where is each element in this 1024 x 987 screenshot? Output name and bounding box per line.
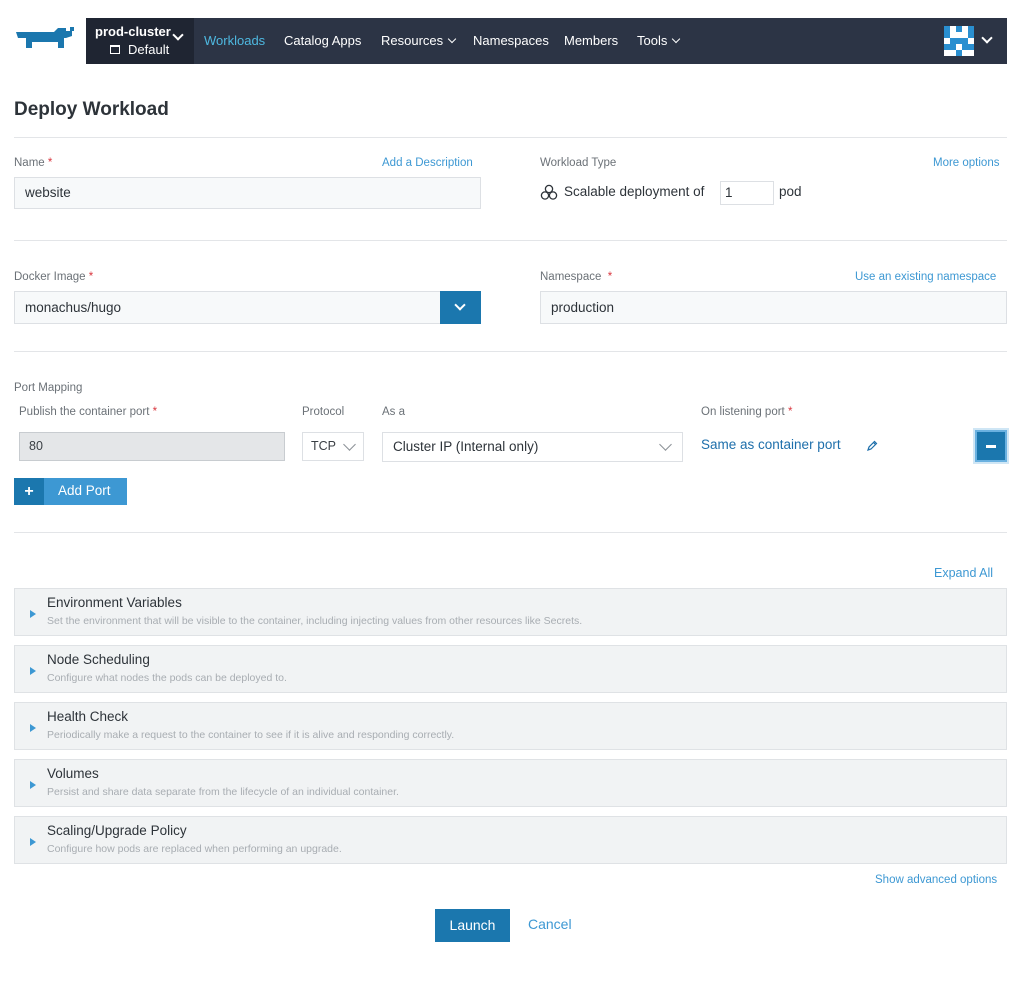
nav-resources[interactable]: Resources <box>381 33 457 48</box>
more-options-link[interactable]: More options <box>933 157 999 169</box>
publish-port-header-text: Publish the container port <box>19 406 150 418</box>
rancher-logo-icon[interactable] <box>14 26 76 56</box>
required-mark: * <box>787 406 793 418</box>
service-type-value: Cluster IP (Internal only) <box>393 439 539 454</box>
namespace-label: Namespace * <box>540 271 612 283</box>
required-mark: * <box>607 271 613 283</box>
docker-image-label-text: Docker Image <box>14 271 86 283</box>
expand-triangle-icon <box>30 838 36 846</box>
cluster-name: prod-cluster <box>95 24 171 39</box>
service-type-select[interactable]: Cluster IP (Internal only) <box>382 432 683 462</box>
namespace-input[interactable]: production <box>540 291 1007 324</box>
launch-button[interactable]: Launch <box>435 909 510 942</box>
project-folder-icon <box>110 45 120 54</box>
nav-tools-label: Tools <box>637 33 668 48</box>
add-port-button[interactable]: + Add Port <box>14 478 127 505</box>
user-avatar[interactable] <box>944 26 974 56</box>
name-label: Name * <box>14 157 52 169</box>
divider <box>14 137 1007 138</box>
required-mark: * <box>88 271 94 283</box>
chevron-down-icon <box>447 34 457 44</box>
nav-namespaces-label: Namespaces <box>473 33 549 48</box>
protocol-select[interactable]: TCP <box>302 432 364 461</box>
section-environment-variables[interactable]: Environment Variables Set the environmen… <box>14 588 1007 636</box>
section-title: Node Scheduling <box>47 652 150 667</box>
docker-image-dropdown-button[interactable] <box>440 291 481 324</box>
chevron-down-icon <box>454 299 466 311</box>
use-existing-namespace-link[interactable]: Use an existing namespace <box>855 271 996 283</box>
listening-port-link[interactable]: Same as container port <box>701 437 841 452</box>
listening-port-header-text: On listening port <box>701 406 785 418</box>
add-description-link[interactable]: Add a Description <box>382 157 473 169</box>
required-mark: * <box>152 406 158 418</box>
section-description: Configure what nodes the pods can be dep… <box>47 672 287 684</box>
nav-workloads[interactable]: Workloads <box>204 33 265 48</box>
section-description: Periodically make a request to the conta… <box>47 729 455 741</box>
show-advanced-options-link[interactable]: Show advanced options <box>875 874 997 886</box>
name-input[interactable]: website <box>14 177 481 209</box>
chevron-down-icon <box>672 34 681 44</box>
section-title: Environment Variables <box>47 595 182 610</box>
section-title: Health Check <box>47 709 129 724</box>
name-label-text: Name <box>14 157 45 169</box>
nav-tools[interactable]: Tools <box>637 33 681 48</box>
cancel-button[interactable]: Cancel <box>528 916 572 932</box>
nav-catalog-apps-label: Catalog Apps <box>284 33 362 48</box>
nav-catalog-apps[interactable]: Catalog Apps <box>284 33 361 48</box>
publish-port-header: Publish the container port * <box>19 406 157 418</box>
section-volumes[interactable]: Volumes Persist and share data separate … <box>14 759 1007 807</box>
top-bar: prod-cluster Default Workloads Catalog A… <box>0 0 1024 80</box>
section-description: Persist and share data separate from the… <box>47 786 399 798</box>
chevron-down-icon <box>343 438 356 451</box>
expand-triangle-icon <box>30 781 36 789</box>
section-title: Volumes <box>47 766 99 781</box>
expand-all-link[interactable]: Expand All <box>934 566 993 580</box>
required-mark: * <box>47 157 53 169</box>
expand-triangle-icon <box>30 724 36 732</box>
pod-count-input[interactable]: 1 <box>720 181 774 205</box>
plus-icon: + <box>14 478 44 505</box>
port-mapping-label: Port Mapping <box>14 382 83 394</box>
nav-workloads-label: Workloads <box>204 33 266 48</box>
docker-image-input[interactable]: monachus/hugo <box>14 291 441 324</box>
divider <box>14 532 1007 533</box>
section-scaling-upgrade-policy[interactable]: Scaling/Upgrade Policy Configure how pod… <box>14 816 1007 864</box>
container-port-input[interactable]: 80 <box>19 432 285 461</box>
scalable-deployment-text: Scalable deployment of <box>564 184 705 199</box>
listening-port-header: On listening port * <box>701 406 792 418</box>
nav-members-label: Members <box>564 33 619 48</box>
namespace-label-text: Namespace <box>540 271 602 283</box>
remove-port-button[interactable] <box>975 430 1007 462</box>
section-description: Configure how pods are replaced when per… <box>47 843 342 855</box>
chevron-down-icon[interactable] <box>981 32 993 44</box>
chevron-down-icon <box>659 438 672 451</box>
docker-image-label: Docker Image * <box>14 271 93 283</box>
workload-type-label: Workload Type <box>540 157 617 169</box>
divider <box>14 351 1007 352</box>
expand-triangle-icon <box>30 667 36 675</box>
minus-icon <box>986 445 996 448</box>
as-a-header: As a <box>382 406 406 418</box>
pod-unit-text: pod <box>779 184 802 199</box>
project-name: Default <box>128 42 170 57</box>
nav-members[interactable]: Members <box>564 33 618 48</box>
add-port-label: Add Port <box>58 483 111 498</box>
section-description: Set the environment that will be visible… <box>47 615 583 627</box>
cluster-project-switcher[interactable]: prod-cluster Default <box>86 18 194 64</box>
section-title: Scaling/Upgrade Policy <box>47 823 187 838</box>
page-title: Deploy Workload <box>14 99 169 120</box>
divider <box>14 240 1007 241</box>
chevron-down-icon <box>172 29 184 41</box>
expand-triangle-icon <box>30 610 36 618</box>
protocol-value: TCP <box>311 439 336 453</box>
section-health-check[interactable]: Health Check Periodically make a request… <box>14 702 1007 750</box>
nav-namespaces[interactable]: Namespaces <box>473 33 549 48</box>
protocol-header: Protocol <box>302 406 345 418</box>
pencil-icon[interactable] <box>866 440 878 452</box>
section-node-scheduling[interactable]: Node Scheduling Configure what nodes the… <box>14 645 1007 693</box>
deployment-icon <box>540 184 558 200</box>
main-nav: prod-cluster Default Workloads Catalog A… <box>86 18 1007 64</box>
nav-resources-label: Resources <box>381 33 444 48</box>
